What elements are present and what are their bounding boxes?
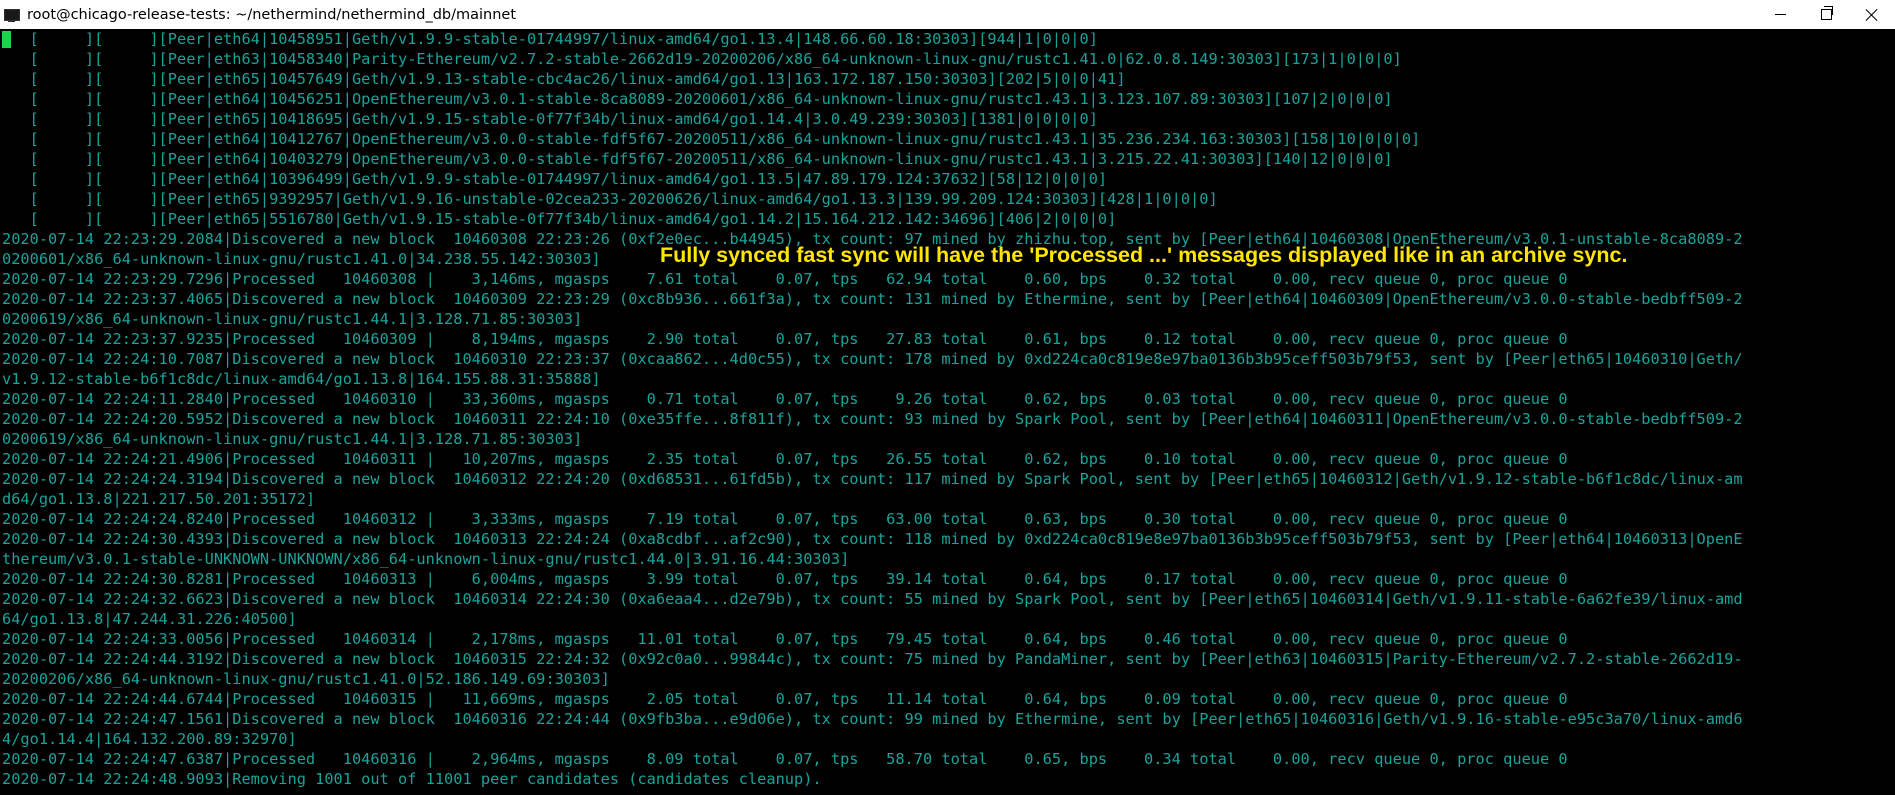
terminal-line: 2020-07-14 22:24:24.8240|Processed 10460… [2, 510, 1568, 528]
terminal-line: [ ][ ][Peer|eth64|10456251|OpenEthereum/… [2, 90, 1393, 108]
window-title: root@chicago-release-tests: ~/nethermind… [27, 6, 517, 23]
terminal-line: 2020-07-14 22:24:10.7087|Discovered a ne… [2, 350, 1743, 368]
window-controls [1757, 0, 1895, 29]
terminal-line: 2020-07-14 22:23:29.7296|Processed 10460… [2, 270, 1568, 288]
terminal-line: 2020-07-14 22:24:32.6623|Discovered a ne… [2, 590, 1743, 608]
terminal-line: 4/go1.14.4|164.132.200.89:32970] [2, 730, 297, 748]
terminal-line: 0200601/x86_64-unknown-linux-gnu/rustc1.… [2, 250, 601, 268]
terminal-line: [ ][ ][Peer|eth65|9392957|Geth/v1.9.16-u… [2, 190, 1218, 208]
terminal-line: 0200619/x86_64-unknown-linux-gnu/rustc1.… [2, 310, 583, 328]
minimize-icon [1774, 14, 1786, 15]
terminal-line: 2020-07-14 22:24:44.6744|Processed 10460… [2, 690, 1568, 708]
title-bar: root@chicago-release-tests: ~/nethermind… [0, 0, 1895, 29]
close-button[interactable] [1849, 0, 1895, 29]
terminal-line: 2020-07-14 22:23:37.4065|Discovered a ne… [2, 290, 1743, 308]
terminal-line: v1.9.12-stable-b6f1c8dc/linux-amd64/go1.… [2, 370, 601, 388]
terminal-line: 2020-07-14 22:24:48.9093|Removing 1001 o… [2, 770, 822, 788]
minimize-button[interactable] [1757, 0, 1803, 29]
terminal-line: 2020-07-14 22:24:30.4393|Discovered a ne… [2, 530, 1743, 548]
terminal-line: d64/go1.13.8|221.217.50.201:35172] [2, 490, 316, 508]
terminal-line: [ ][ ][Peer|eth65|10457649|Geth/v1.9.13-… [2, 70, 1126, 88]
terminal-line: 20200206/x86_64-unknown-linux-gnu/rustc1… [2, 670, 610, 688]
terminal-line: 2020-07-14 22:24:47.1561|Discovered a ne… [2, 710, 1743, 728]
terminal-line: [ ][ ][Peer|eth63|10458340|Parity-Ethere… [2, 50, 1402, 68]
terminal-line: 2020-07-14 22:24:20.5952|Discovered a ne… [2, 410, 1743, 428]
terminal-output[interactable]: [ ][ ][Peer|eth64|10458951|Geth/v1.9.9-s… [0, 29, 1895, 795]
terminal-line: 0200619/x86_64-unknown-linux-gnu/rustc1.… [2, 430, 583, 448]
terminal-line: [ ][ ][Peer|eth64|10403279|OpenEthereum/… [2, 150, 1393, 168]
terminal-line: [ ][ ][Peer|eth64|10396499|Geth/v1.9.9-s… [2, 170, 1108, 188]
terminal-line: 2020-07-14 22:24:21.4906|Processed 10460… [2, 450, 1568, 468]
terminal-line: 64/go1.13.8|47.244.31.226:40500] [2, 610, 297, 628]
terminal-line: 2020-07-14 22:24:44.3192|Discovered a ne… [2, 650, 1743, 668]
restore-icon [1820, 6, 1833, 20]
close-icon [1866, 9, 1878, 21]
terminal-line: [ ][ ][Peer|eth65|10418695|Geth/v1.9.15-… [2, 110, 1098, 128]
terminal-line: [ ][ ][Peer|eth65|5516780|Geth/v1.9.15-s… [2, 210, 1117, 228]
terminal-line: [ ][ ][Peer|eth64|10412767|OpenEthereum/… [2, 130, 1421, 148]
terminal-line: 2020-07-14 22:24:24.3194|Discovered a ne… [2, 470, 1743, 488]
terminal-line: [ ][ ][Peer|eth64|10458951|Geth/v1.9.9-s… [2, 30, 1098, 48]
annotation-overlay: Fully synced fast sync will have the 'Pr… [660, 243, 1628, 267]
terminal-line: thereum/v3.0.1-stable-UNKNOWN-UNKNOWN/x8… [2, 550, 850, 568]
terminal-app-icon [3, 7, 21, 23]
terminal-line: 2020-07-14 22:24:11.2840|Processed 10460… [2, 390, 1568, 408]
terminal-line: 2020-07-14 22:24:30.8281|Processed 10460… [2, 570, 1568, 588]
terminal-line: 2020-07-14 22:24:33.0056|Processed 10460… [2, 630, 1568, 648]
terminal-line: 2020-07-14 22:24:47.6387|Processed 10460… [2, 750, 1568, 768]
restore-button[interactable] [1803, 0, 1849, 29]
terminal-line: 2020-07-14 22:23:37.9235|Processed 10460… [2, 330, 1568, 348]
